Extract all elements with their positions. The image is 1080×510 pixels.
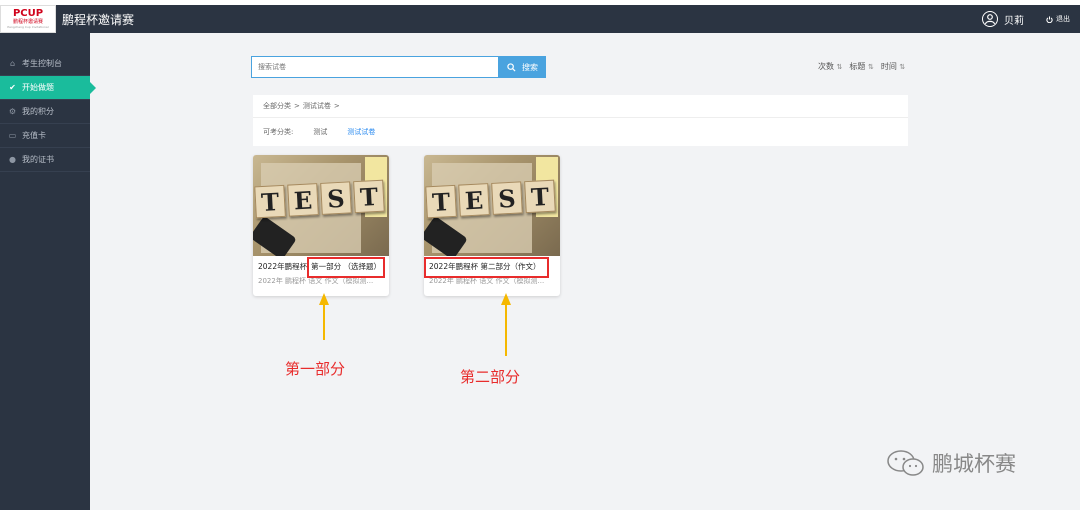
thumb-letter: E [287, 183, 319, 217]
exam-card-title-prefix: 2022年鹏程杯 [258, 261, 308, 271]
sidebar-item-points[interactable]: ⚙ 我的积分 [0, 100, 90, 124]
watermark: 鹏城杯赛 [886, 448, 1016, 478]
thumb-letter: T [353, 179, 385, 214]
thumb-letter: S [491, 181, 523, 215]
breadcrumb-separator: > [294, 102, 300, 110]
wechat-icon [887, 450, 924, 476]
sidebar-item-recharge[interactable]: ▭ 充值卡 [0, 124, 90, 148]
sidebar-item-label: 充值卡 [22, 131, 46, 140]
breadcrumb: 全部分类 > 测试试卷 > [253, 95, 908, 118]
exam-thumbnail: T E S T [424, 155, 560, 256]
sidebar-item-label: 考生控制台 [22, 59, 62, 68]
home-icon: ⌂ [9, 59, 16, 68]
sort-by-count[interactable]: 次数 ⇅ [818, 61, 842, 72]
breadcrumb-test-papers[interactable]: 测试试卷 [303, 101, 331, 111]
highlight-box-part-1 [307, 257, 385, 278]
sort-by-title[interactable]: 标题 ⇅ [849, 61, 873, 72]
sidebar-item-dashboard[interactable]: ⌂ 考生控制台 [0, 52, 90, 76]
gear-icon: ⚙ [8, 107, 17, 116]
thumb-letter: S [320, 181, 352, 215]
sidebar-item-label: 我的证书 [22, 155, 54, 164]
annotation-part-2: 第二部分 [460, 368, 521, 386]
check-circle-icon: ✔ [9, 83, 16, 92]
category-option-test-papers[interactable]: 测试试卷 [347, 127, 375, 137]
exam-thumbnail: T E S T [253, 155, 389, 256]
username[interactable]: 贝莉 [1004, 12, 1024, 27]
annotation-part-1: 第一部分 [285, 360, 346, 378]
category-label: 可考分类: [263, 128, 294, 136]
search-button[interactable]: 搜索 [499, 56, 546, 78]
logout-label: 退出 [1056, 15, 1070, 23]
thumb-letter: E [458, 183, 490, 217]
thumb-letter: T [425, 184, 457, 219]
app-title: 鹏程杯邀请赛 [62, 12, 135, 27]
top-bar: PCUP 鹏程杯邀请赛 Pengcheng Cup Invitational 鹏… [0, 5, 1080, 33]
logo-mark: PCUP [12, 8, 44, 19]
thumb-letter: T [524, 179, 556, 214]
user-avatar-icon[interactable] [982, 11, 998, 27]
sort-label: 时间 [880, 62, 897, 71]
watermark-text: 鹏城杯赛 [932, 452, 1016, 476]
category-row: 可考分类: 测试 测试试卷 [253, 118, 908, 146]
sort-icon: ⇅ [899, 63, 906, 71]
search-button-label: 搜索 [522, 62, 538, 72]
logout-button[interactable]: 退出 [1046, 14, 1070, 24]
sort-label: 次数 [818, 62, 834, 71]
sort-icon: ⇅ [867, 63, 874, 71]
card-icon: ▭ [8, 131, 17, 140]
filter-panel: 全部分类 > 测试试卷 > 可考分类: 测试 测试试卷 [253, 95, 908, 146]
circle-icon: ● [9, 155, 16, 164]
sidebar-item-start-exam[interactable]: ✔ 开始做题 [0, 76, 96, 100]
category-option-test[interactable]: 测试 [313, 127, 327, 137]
breadcrumb-separator: > [333, 102, 340, 110]
sidebar-item-label: 开始做题 [22, 83, 54, 92]
logo[interactable]: PCUP 鹏程杯邀请赛 Pengcheng Cup Invitational [0, 5, 56, 33]
arrow-shaft-2 [505, 303, 507, 356]
thumb-letter: T [254, 184, 286, 219]
breadcrumb-all[interactable]: 全部分类 [263, 101, 291, 111]
arrow-shaft-1 [323, 303, 325, 340]
highlight-box-part-2 [424, 257, 549, 278]
search-icon [507, 62, 516, 72]
sidebar-item-certificates[interactable]: ● 我的证书 [0, 148, 90, 172]
sidebar: ⌂ 考生控制台 ✔ 开始做题 ⚙ 我的积分 ▭ 充值卡 ● 我的证书 [0, 33, 96, 510]
search-input[interactable] [251, 56, 499, 78]
power-icon [1046, 15, 1053, 23]
sort-by-time[interactable]: 时间 ⇅ [881, 61, 905, 72]
sort-icon: ⇅ [836, 63, 843, 71]
sort-bar: 次数 ⇅ 标题 ⇅ 时间 ⇅ [818, 61, 905, 72]
sort-label: 标题 [849, 62, 866, 71]
search-bar: 搜索 [251, 56, 546, 78]
user-area: 贝莉 退出 [982, 5, 1070, 33]
logo-tiny: Pengcheng Cup Invitational [7, 25, 49, 29]
sidebar-item-label: 我的积分 [22, 107, 54, 116]
